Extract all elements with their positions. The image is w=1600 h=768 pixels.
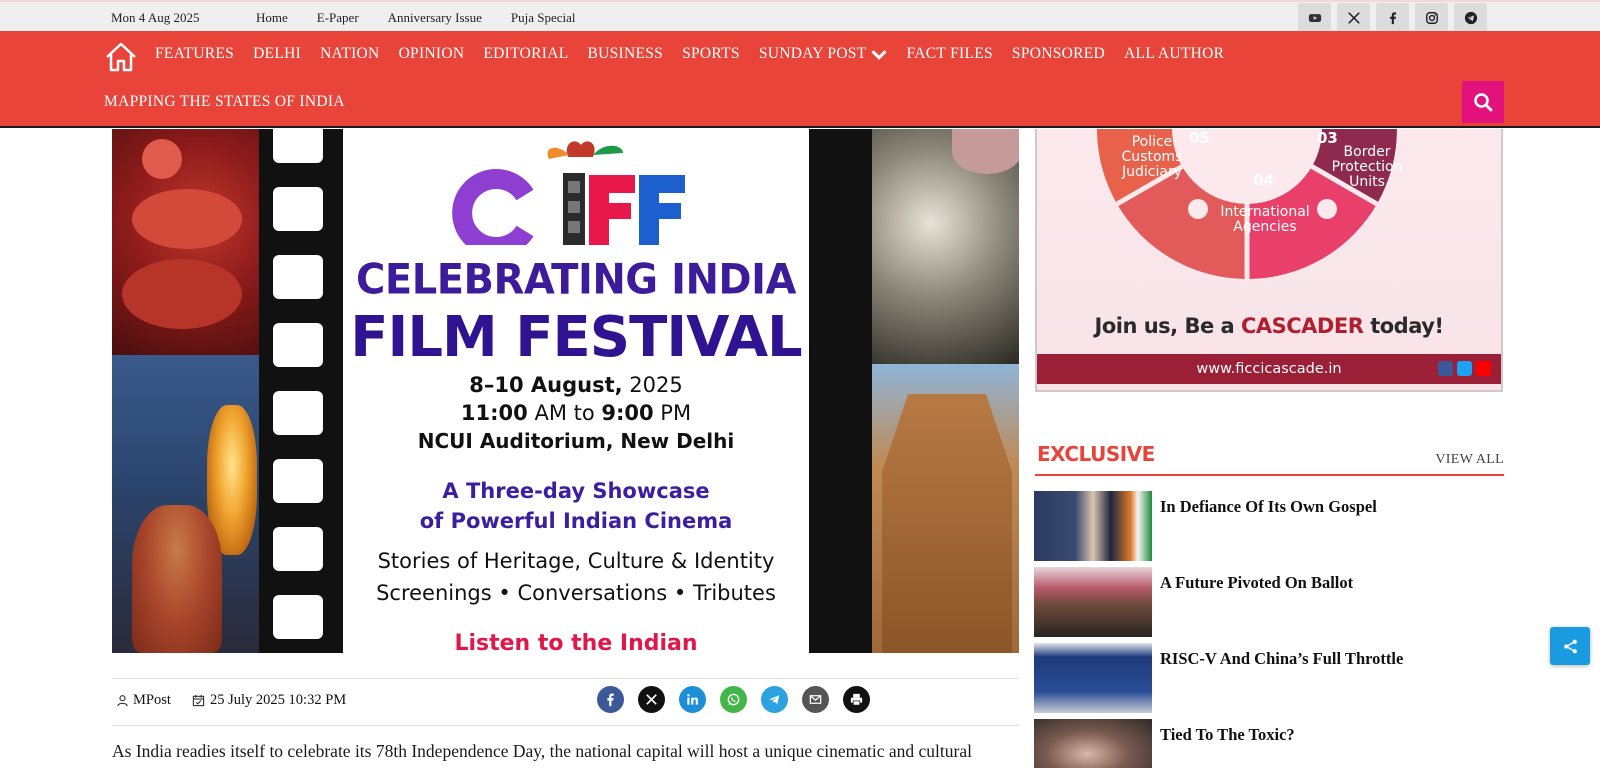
instagram-icon[interactable] <box>1415 3 1448 32</box>
nav-item-all-author[interactable]: ALL AUTHOR <box>1124 45 1224 63</box>
top-utility-bar: Mon 4 Aug 2025 Home E-Paper Anniversary … <box>0 0 1600 32</box>
ad-url: www.ficcicascade.in <box>1196 361 1342 377</box>
publish-date: 25 July 2025 10:32 PM <box>192 692 346 709</box>
user-icon <box>117 695 128 707</box>
story-title[interactable]: RISC-V And China’s Full Throttle <box>1160 649 1403 669</box>
publish-date-text: 25 July 2025 10:32 PM <box>210 692 347 708</box>
top-link-anniversary[interactable]: Anniversary Issue <box>388 10 482 26</box>
exclusive-heading: EXCLUSIVE <box>1037 442 1155 466</box>
featured-image: CELEBRATING INDIA FILM FESTIVAL 8–10 Aug… <box>112 129 1019 653</box>
poster-dates: 8–10 August, 2025 <box>469 373 683 397</box>
story-thumbnail <box>1034 491 1152 561</box>
print-icon[interactable] <box>843 686 870 713</box>
story-title[interactable]: In Defiance Of Its Own Gospel <box>1160 497 1377 517</box>
facebook-icon[interactable] <box>1376 3 1409 32</box>
article-body: As India readies itself to celebrate its… <box>112 741 972 761</box>
telegram-icon[interactable] <box>1454 3 1487 32</box>
exclusive-story[interactable]: Tied To The Toxic? <box>1034 719 1504 768</box>
youtube-icon[interactable] <box>1298 3 1331 32</box>
ad-headline: Join us, Be a CASCADER today! <box>1094 314 1445 338</box>
author-info: MPost <box>116 692 171 709</box>
exclusive-section-header: EXCLUSIVE VIEW ALL <box>1035 442 1504 476</box>
festival-poster: CELEBRATING INDIA FILM FESTIVAL 8–10 Aug… <box>343 129 809 653</box>
poster-line1: CELEBRATING INDIA <box>356 255 796 305</box>
main-navigation: FEATURES DELHI NATION OPINION EDITORIAL … <box>0 31 1600 128</box>
top-link-epaper[interactable]: E-Paper <box>317 10 359 26</box>
ad-url-bar: www.ficcicascade.in <box>1037 354 1501 384</box>
whatsapp-icon[interactable] <box>720 686 747 713</box>
nav-item-editorial[interactable]: EDITORIAL <box>483 45 568 63</box>
nav-item-fact-files[interactable]: FACT FILES <box>907 45 993 63</box>
calendar-icon <box>192 694 205 707</box>
nav-item-sunday-post-label: SUNDAY POST <box>758 45 867 62</box>
share-buttons <box>597 686 870 713</box>
nav-item-nation[interactable]: NATION <box>320 45 380 63</box>
poster-line2: FILM FESTIVAL <box>350 305 802 370</box>
story-thumbnail <box>1034 719 1152 768</box>
search-button[interactable] <box>1462 81 1504 123</box>
poster-screenings: Screenings • Conversations • Tributes <box>376 581 776 605</box>
top-links: Home E-Paper Anniversary Issue Puja Spec… <box>256 10 576 26</box>
facebook-icon[interactable] <box>597 686 624 713</box>
nav-item-opinion[interactable]: OPINION <box>399 45 465 63</box>
poster-showcase-2: of Powerful Indian Cinema <box>419 509 733 533</box>
poster-showcase-1: A Three-day Showcase <box>442 479 710 503</box>
home-icon[interactable] <box>104 41 138 73</box>
ad-num-04: 04 <box>1253 171 1274 189</box>
cascade-advertisement[interactable]: 05 Police Customs Judiciary 03 Border Pr… <box>1035 129 1503 392</box>
nav-item-mapping-states[interactable]: MAPPING THE STATES OF INDIA <box>104 93 345 111</box>
poster-tagline: Listen to the Indian <box>454 631 698 653</box>
ad-label-04: International Agencies <box>1220 204 1310 235</box>
nav-item-business[interactable]: BUSINESS <box>587 45 663 63</box>
collage-photo-temple <box>872 364 1019 653</box>
search-icon <box>1474 93 1493 112</box>
story-title[interactable]: A Future Pivoted On Ballot <box>1160 573 1353 593</box>
collage-photo-aarti <box>112 355 259 653</box>
current-date: Mon 4 Aug 2025 <box>111 10 200 25</box>
ad-label-05: Police Customs Judiciary <box>1121 134 1183 180</box>
poster-stories: Stories of Heritage, Culture & Identity <box>377 549 775 573</box>
author-name[interactable]: MPost <box>133 692 171 709</box>
email-icon[interactable] <box>802 686 829 713</box>
social-links <box>1298 3 1487 32</box>
exclusive-story[interactable]: In Defiance Of Its Own Gospel <box>1034 491 1504 561</box>
story-thumbnail <box>1034 643 1152 713</box>
article-meta: MPost 25 July 2025 10:32 PM <box>112 678 1019 726</box>
ad-label-03: Border Protection Units <box>1331 144 1403 190</box>
exclusive-story[interactable]: RISC-V And China’s Full Throttle <box>1034 643 1504 713</box>
nav-item-sunday-post[interactable]: SUNDAY POST <box>759 45 888 63</box>
nav-items: FEATURES DELHI NATION OPINION EDITORIAL … <box>155 45 1243 63</box>
top-link-puja[interactable]: Puja Special <box>511 10 576 26</box>
poster-times: 11:00 AM to 9:00 PM <box>460 401 692 425</box>
view-all-link[interactable]: VIEW ALL <box>1435 452 1504 468</box>
top-link-home[interactable]: Home <box>256 10 288 26</box>
x-icon[interactable] <box>638 686 665 713</box>
nav-item-features[interactable]: FEATURES <box>155 45 234 63</box>
nav-item-sports[interactable]: SPORTS <box>682 45 740 63</box>
poster-venue: NCUI Auditorium, New Delhi <box>417 429 735 453</box>
nav-item-sponsored[interactable]: SPONSORED <box>1012 45 1105 63</box>
x-icon[interactable] <box>1337 3 1370 32</box>
chevron-down-icon <box>870 49 887 60</box>
floating-share-button[interactable] <box>1550 627 1590 665</box>
collage-photo-tiger <box>872 129 1019 364</box>
twitter-icon <box>1457 361 1472 376</box>
share-icon <box>1563 639 1577 653</box>
exclusive-story[interactable]: A Future Pivoted On Ballot <box>1034 567 1504 637</box>
story-thumbnail <box>1034 567 1152 637</box>
facebook-icon <box>1438 361 1453 376</box>
telegram-icon[interactable] <box>761 686 788 713</box>
nav-item-delhi[interactable]: DELHI <box>253 45 301 63</box>
youtube-icon <box>1476 361 1491 376</box>
linkedin-icon[interactable] <box>679 686 706 713</box>
ciff-logo <box>343 135 809 257</box>
story-title[interactable]: Tied To The Toxic? <box>1160 725 1295 745</box>
collage-photo-crafts <box>112 129 259 355</box>
